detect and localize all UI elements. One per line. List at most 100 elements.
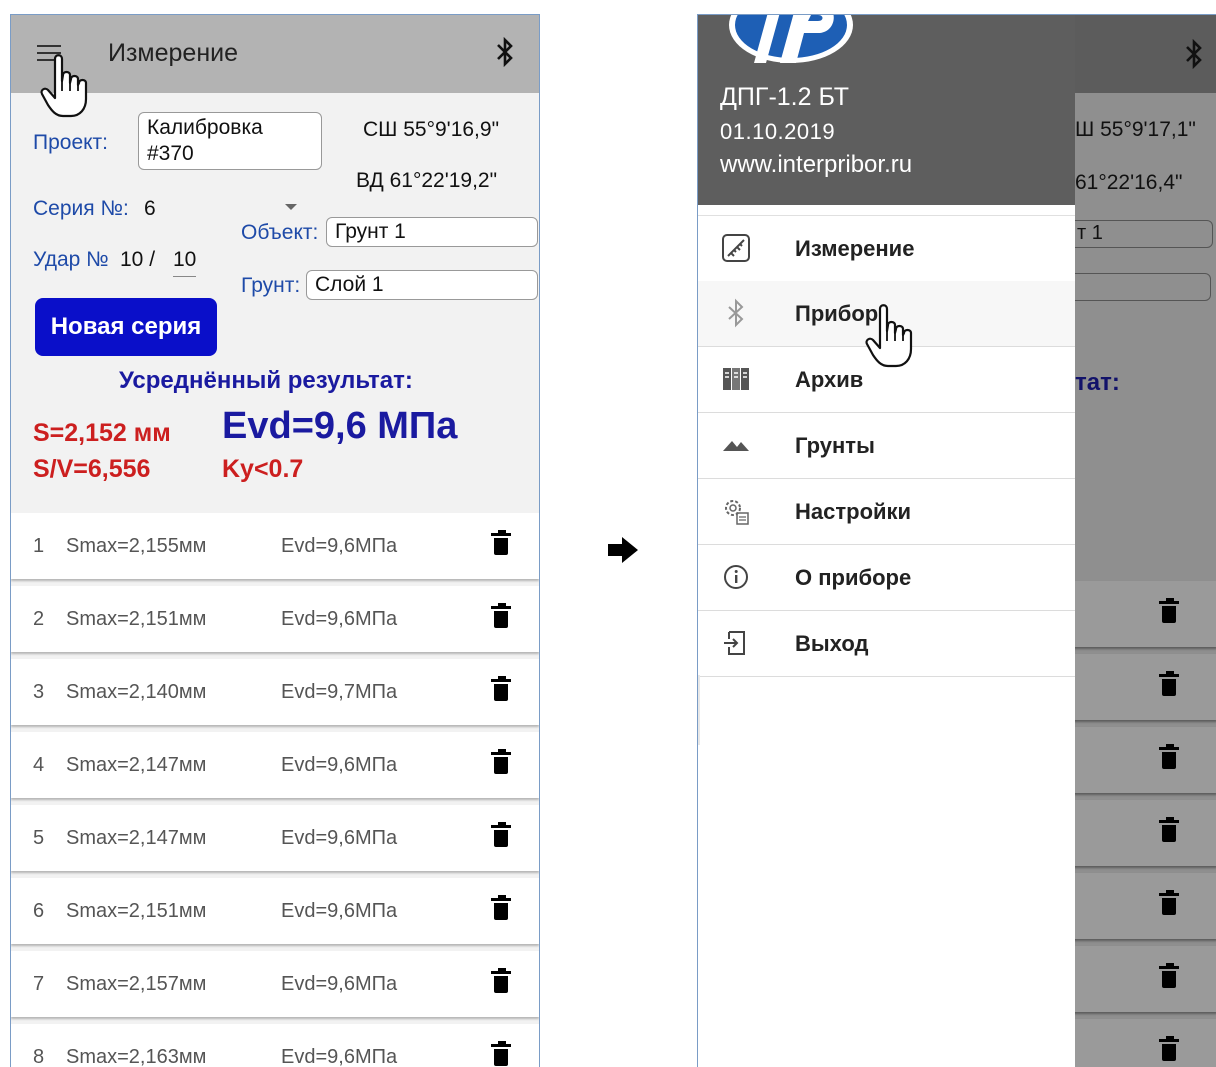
new-series-button[interactable]: Новая серия	[35, 298, 217, 356]
gear-icon	[725, 500, 749, 525]
project-value-line2: #370	[147, 142, 194, 165]
trash-icon[interactable]	[491, 1041, 511, 1066]
row-number: 3	[33, 681, 45, 703]
hit-value: 10 /	[120, 248, 156, 271]
drawer-item-settings[interactable]: Настройки	[698, 479, 1075, 545]
drawer-item-label: Архив	[795, 367, 864, 392]
row-smax: Smax=2,155мм	[66, 535, 207, 557]
drawer-item-about[interactable]: О приборе	[698, 545, 1075, 611]
series-label: Серия №:	[33, 197, 129, 220]
row-number: 4	[33, 754, 45, 776]
list-item[interactable]: 6 Smax=2,151мм Evd=9,6МПа	[11, 878, 539, 944]
drawer-item-label: Измерение	[795, 236, 915, 261]
sv-value: S/V=6,556	[33, 455, 151, 483]
row-evd: Evd=9,6МПа	[281, 973, 398, 995]
list-item[interactable]: 8 Smax=2,163мм Evd=9,6МПа	[11, 1024, 539, 1067]
trash-icon	[1159, 1036, 1179, 1061]
mountains-icon	[723, 441, 749, 451]
list-item[interactable]: 3 Smax=2,140мм Evd=9,7МПа	[11, 659, 539, 725]
archive-icon	[723, 368, 749, 390]
series-value[interactable]: 6	[144, 197, 156, 221]
row-smax: Smax=2,163мм	[66, 1046, 207, 1067]
trash-icon[interactable]	[491, 603, 511, 628]
row-number: 8	[33, 1046, 45, 1067]
hit-label: Удар №	[33, 248, 109, 271]
drawer-item-label: Грунты	[795, 433, 875, 458]
dimmed-object-field: т 1	[1075, 220, 1213, 248]
ky-value: Ky<0.7	[222, 455, 304, 483]
row-evd: Evd=9,6МПа	[281, 900, 398, 922]
drawer-item-label: Выход	[795, 631, 869, 656]
drawer-item-label: О приборе	[795, 565, 912, 590]
row-number: 2	[33, 608, 45, 630]
device-name: ДПГ-1.2 БТ	[720, 83, 850, 111]
trash-icon[interactable]	[491, 530, 511, 555]
device-date: 01.10.2019	[720, 119, 836, 144]
gps-latitude: СШ 55°9'16,9"	[363, 118, 500, 141]
interpribor-logo-icon	[729, 15, 853, 63]
dimmed-gps-longitude: 61°22'16,4"	[1075, 171, 1183, 194]
list-item[interactable]: 5 Smax=2,147мм Evd=9,6МПа	[11, 805, 539, 871]
trash-icon[interactable]	[491, 822, 511, 847]
trash-icon[interactable]	[491, 676, 511, 701]
gps-longitude: ВД 61°22'19,2"	[356, 169, 498, 192]
ruler-icon	[722, 234, 750, 262]
row-number: 7	[33, 973, 45, 995]
trash-icon[interactable]	[491, 968, 511, 993]
row-evd: Evd=9,6МПа	[281, 754, 398, 776]
hand-cursor-icon	[865, 304, 913, 368]
bluetooth-icon	[728, 298, 744, 328]
dimmed-gps-latitude: Ш 55°9'17,1"	[1075, 118, 1196, 141]
row-evd: Evd=9,7МПа	[281, 681, 398, 703]
drawer-item-measurement[interactable]: Измерение	[698, 215, 1075, 282]
row-evd: Evd=9,6МПа	[281, 608, 398, 630]
project-field[interactable]: Калибровка #370	[138, 112, 322, 170]
row-smax: Smax=2,147мм	[66, 754, 207, 776]
trash-icon	[1159, 744, 1179, 769]
trash-icon	[1159, 963, 1179, 988]
trash-icon[interactable]	[491, 895, 511, 920]
list-item[interactable]: 4 Smax=2,147мм Evd=9,6МПа	[11, 732, 539, 798]
s-value: S=2,152 мм	[33, 419, 171, 447]
app-bar-title: Измерение	[108, 39, 239, 67]
info-icon	[724, 565, 748, 589]
list-item[interactable]: 2 Smax=2,151мм Evd=9,6МПа	[11, 586, 539, 652]
row-evd: Evd=9,6МПа	[281, 827, 398, 849]
drawer-item-soils[interactable]: Грунты	[698, 413, 1075, 479]
drawer-item-exit[interactable]: Выход	[698, 611, 1075, 677]
soil-field[interactable]: Слой 1	[306, 270, 538, 300]
trash-icon	[1159, 890, 1179, 915]
drawer-divider	[698, 675, 700, 745]
drawer-header: ДПГ-1.2 БТ 01.10.2019 www.interpribor.ru	[698, 15, 1075, 205]
bluetooth-icon[interactable]	[495, 36, 515, 74]
list-item[interactable]: 7 Smax=2,157мм Evd=9,6МПа	[11, 951, 539, 1017]
series-dropdown-icon[interactable]	[285, 204, 297, 210]
dimmed-result-title: тат:	[1075, 369, 1120, 396]
row-smax: Smax=2,151мм	[66, 608, 207, 630]
trash-icon[interactable]	[491, 749, 511, 774]
row-number: 5	[33, 827, 45, 849]
average-result-title: Усреднённый результат:	[119, 367, 413, 394]
object-field[interactable]: Грунт 1	[326, 217, 538, 247]
trash-icon	[1159, 817, 1179, 842]
row-smax: Smax=2,147мм	[66, 827, 207, 849]
row-number: 6	[33, 900, 45, 922]
trash-icon	[1159, 671, 1179, 696]
row-evd: Evd=9,6МПа	[281, 1046, 398, 1067]
row-smax: Smax=2,151мм	[66, 900, 207, 922]
row-smax: Smax=2,140мм	[66, 681, 207, 703]
row-evd: Evd=9,6МПа	[281, 535, 398, 557]
hit-total-field[interactable]: 10	[173, 248, 197, 277]
project-value-line1: Калибровка	[147, 116, 263, 139]
device-url[interactable]: www.interpribor.ru	[720, 151, 912, 179]
transition-arrow-icon	[606, 535, 640, 570]
object-label: Объект:	[241, 221, 319, 244]
row-smax: Smax=2,157мм	[66, 973, 207, 995]
exit-icon	[724, 631, 745, 655]
hand-cursor-icon	[40, 54, 88, 118]
left-phone-screen: Измерение Проект: Калибровка #370 СШ 55°…	[10, 14, 540, 1067]
navigation-drawer: ДПГ-1.2 БТ 01.10.2019 www.interpribor.ru…	[698, 15, 1075, 1067]
trash-icon	[1159, 598, 1179, 623]
bluetooth-icon	[1184, 38, 1204, 74]
list-item[interactable]: 1 Smax=2,155мм Evd=9,6МПа	[11, 513, 539, 579]
